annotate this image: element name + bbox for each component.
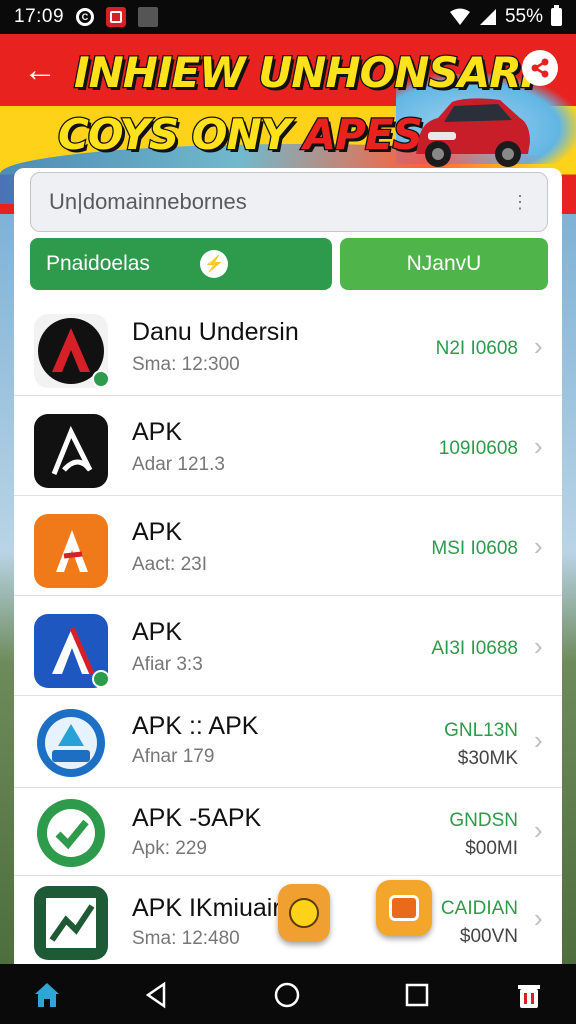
app-name: Danu Undersin bbox=[132, 318, 299, 346]
back-arrow-icon[interactable]: ← bbox=[20, 50, 60, 90]
list-item[interactable]: APK Afiar 3:3 AI3I I0688 › bbox=[14, 596, 562, 696]
recents-square-icon[interactable] bbox=[400, 978, 434, 1012]
app-size: AI3I I0688 bbox=[431, 638, 518, 659]
search-input[interactable]: Un|domainnebornes ⋮ bbox=[30, 172, 548, 232]
app-meta: Aact: 23I bbox=[132, 554, 207, 575]
chevron-right-icon: › bbox=[534, 815, 543, 845]
coin-app-icon[interactable] bbox=[278, 884, 330, 942]
camera-app-icon[interactable] bbox=[376, 880, 432, 936]
list-item[interactable]: Danu Undersin Sma: 12:300 N2I I0608 › bbox=[14, 296, 562, 396]
installed-badge-icon bbox=[92, 670, 110, 688]
signal-icon bbox=[479, 9, 496, 25]
chevron-right-icon: › bbox=[534, 903, 543, 933]
app-meta: Sma: 12:480 bbox=[132, 928, 240, 949]
badge-icon bbox=[34, 706, 108, 780]
banner-title-line2: COYS ONY APES bbox=[57, 109, 424, 161]
home-circle-icon[interactable] bbox=[270, 978, 304, 1012]
app-size-secondary: $00VN bbox=[459, 926, 518, 947]
app-list: Danu Undersin Sma: 12:300 N2I I0608 › AP… bbox=[14, 296, 562, 964]
banner-title-line2-b: APES bbox=[302, 109, 424, 161]
chevron-right-icon: › bbox=[534, 331, 543, 361]
app-size: GNDSN bbox=[449, 810, 518, 831]
image-icon bbox=[138, 7, 159, 27]
navigation-bar bbox=[0, 964, 576, 1024]
wifi-icon bbox=[449, 8, 470, 25]
chevron-right-icon: › bbox=[534, 431, 543, 461]
app-size: MSI I0608 bbox=[431, 538, 518, 559]
app-size: GNL13N bbox=[444, 720, 518, 741]
home-icon[interactable] bbox=[30, 978, 64, 1012]
app-size-secondary: $30MK bbox=[457, 748, 518, 769]
share-icon[interactable] bbox=[522, 50, 558, 86]
app-meta: Afnar 179 bbox=[132, 746, 215, 767]
check-icon bbox=[34, 796, 108, 870]
app-name: APK :: APK bbox=[132, 712, 259, 740]
app-size-secondary: $00MI bbox=[465, 838, 518, 859]
battery-icon bbox=[551, 5, 562, 26]
back-triangle-icon[interactable] bbox=[140, 978, 174, 1012]
main-card: Un|domainnebornes ⋮ Pnaidoelas ⚡ NJanvU … bbox=[14, 168, 562, 964]
list-item[interactable]: APK -5APK Apk: 229 GNDSN $00MI › bbox=[14, 788, 562, 876]
app-name: APK bbox=[132, 418, 183, 446]
drag-handle-icon[interactable]: ⋮ bbox=[511, 193, 529, 211]
list-item[interactable]: APK Adar 121.3 109I0608 › bbox=[14, 396, 562, 496]
secondary-button-label: NJanvU bbox=[406, 252, 482, 275]
app-size: 109I0608 bbox=[438, 438, 518, 459]
trash-icon[interactable] bbox=[512, 978, 546, 1012]
primary-button-label: Pnaidoelas bbox=[46, 252, 150, 275]
orange-a-icon bbox=[34, 514, 108, 588]
app-name: APK IKmiuair bbox=[132, 894, 281, 922]
installed-badge-icon bbox=[92, 370, 110, 388]
banner-title-line1: INHIEW UNHONSARI bbox=[73, 47, 538, 99]
app-meta: Sma: 12:300 bbox=[132, 354, 240, 375]
app-meta: Afiar 3:3 bbox=[132, 654, 203, 675]
green-chart-icon bbox=[34, 886, 108, 960]
app-name: APK -5APK bbox=[132, 804, 262, 832]
search-input-value: Un|domainnebornes bbox=[49, 189, 247, 214]
chevron-right-icon: › bbox=[534, 531, 543, 561]
red-app-icon bbox=[106, 7, 127, 27]
action-buttons: Pnaidoelas ⚡ NJanvU bbox=[30, 238, 548, 290]
app-name: APK bbox=[132, 518, 183, 546]
app-name: APK bbox=[132, 618, 183, 646]
app-size: CAIDIAN bbox=[440, 898, 518, 919]
chevron-right-icon: › bbox=[534, 725, 543, 755]
status-time: 17:09 bbox=[14, 6, 65, 27]
secondary-button[interactable]: NJanvU bbox=[340, 238, 548, 290]
black-a-icon bbox=[34, 414, 108, 488]
app-meta: Apk: 229 bbox=[132, 838, 207, 859]
battery-percent: 55% bbox=[504, 6, 543, 27]
app-size: N2I I0608 bbox=[435, 338, 518, 359]
car-image bbox=[416, 98, 530, 167]
primary-button[interactable]: Pnaidoelas ⚡ bbox=[30, 238, 332, 290]
chevron-right-icon: › bbox=[534, 631, 543, 661]
list-item[interactable]: APK :: APK Afnar 179 GNL13N $30MK › bbox=[14, 696, 562, 788]
banner-title-line2-a: COYS ONY bbox=[57, 109, 304, 161]
app-meta: Adar 121.3 bbox=[132, 454, 225, 475]
status-bar: 17:09 C 55% bbox=[0, 0, 576, 34]
c-icon: C bbox=[76, 8, 95, 26]
list-item[interactable]: APK Aact: 23I MSI I0608 › bbox=[14, 496, 562, 596]
bolt-icon: ⚡ bbox=[200, 250, 228, 278]
